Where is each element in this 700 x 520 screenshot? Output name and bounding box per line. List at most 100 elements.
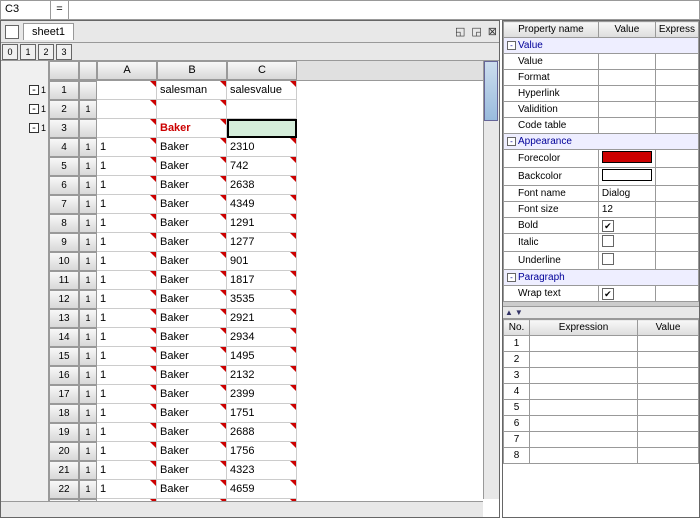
property-expression[interactable] — [655, 102, 698, 118]
select-all-corner[interactable] — [49, 61, 79, 80]
cell[interactable]: 1 — [97, 290, 157, 309]
cell[interactable]: Baker — [157, 138, 227, 157]
cell[interactable]: 1 — [97, 157, 157, 176]
expression-value[interactable] — [638, 336, 699, 352]
cell[interactable]: 1 — [97, 309, 157, 328]
row-header[interactable]: 11 — [49, 271, 79, 290]
cell[interactable]: 1 — [97, 195, 157, 214]
sub-row-header[interactable]: 1 — [79, 100, 97, 119]
cell[interactable]: Baker — [157, 290, 227, 309]
cell[interactable]: 2399 — [227, 385, 297, 404]
property-group[interactable]: -Paragraph — [504, 270, 699, 286]
expression-cell[interactable] — [530, 448, 638, 464]
row-header[interactable]: 13 — [49, 309, 79, 328]
property-group[interactable]: -Value — [504, 38, 699, 54]
sub-row-header[interactable]: 1 — [79, 195, 97, 214]
sub-row-header[interactable]: 1 — [79, 290, 97, 309]
expression-cell[interactable] — [530, 336, 638, 352]
cell[interactable]: 1756 — [227, 442, 297, 461]
cell[interactable]: 1 — [97, 176, 157, 195]
cell[interactable] — [227, 119, 297, 138]
row-header[interactable]: 4 — [49, 138, 79, 157]
expression-header[interactable]: Expression — [530, 320, 638, 336]
row-header[interactable]: 17 — [49, 385, 79, 404]
sub-row-header[interactable]: 1 — [79, 461, 97, 480]
cell[interactable]: Baker — [157, 176, 227, 195]
property-expression[interactable] — [655, 252, 698, 270]
cell[interactable]: 1277 — [227, 233, 297, 252]
cell[interactable]: 901 — [227, 252, 297, 271]
sub-row-header[interactable]: 1 — [79, 309, 97, 328]
collapse-icon[interactable]: - — [29, 85, 39, 95]
close-icon[interactable]: ⊠ — [488, 25, 497, 38]
sub-row-header[interactable] — [79, 119, 97, 138]
collapse-icon[interactable]: - — [29, 123, 39, 133]
property-expression[interactable] — [655, 54, 698, 70]
sub-row-header[interactable]: 1 — [79, 366, 97, 385]
property-value[interactable]: Dialog — [598, 186, 655, 202]
sub-row-header[interactable]: 1 — [79, 480, 97, 499]
cell[interactable]: 2921 — [227, 309, 297, 328]
outline-level-1[interactable]: 1 — [20, 44, 36, 60]
cell[interactable]: Baker — [157, 271, 227, 290]
cell[interactable]: 1 — [97, 404, 157, 423]
cell[interactable]: Baker — [157, 480, 227, 499]
cell[interactable]: Baker — [157, 309, 227, 328]
property-expression[interactable] — [655, 286, 698, 302]
cell[interactable]: Baker — [157, 119, 227, 138]
checkbox[interactable]: ✔ — [602, 288, 614, 300]
cell[interactable]: 2638 — [227, 176, 297, 195]
cell[interactable]: 1 — [97, 480, 157, 499]
cell[interactable]: 1291 — [227, 214, 297, 233]
cell[interactable]: 1 — [97, 214, 157, 233]
sub-row-header[interactable]: 1 — [79, 214, 97, 233]
expression-cell[interactable] — [530, 352, 638, 368]
outline-level-0[interactable]: 0 — [2, 44, 18, 60]
cell[interactable]: 1 — [97, 366, 157, 385]
vertical-scrollbar[interactable] — [483, 61, 499, 499]
column-header-C[interactable]: C — [227, 61, 297, 80]
cell[interactable]: 1 — [97, 347, 157, 366]
cell[interactable] — [227, 100, 297, 119]
cell[interactable]: 4659 — [227, 480, 297, 499]
row-header[interactable]: 16 — [49, 366, 79, 385]
cell[interactable] — [97, 119, 157, 138]
property-value[interactable]: ✔ — [598, 218, 655, 234]
sub-row-header[interactable] — [79, 81, 97, 100]
property-value[interactable] — [598, 234, 655, 252]
property-value[interactable] — [598, 86, 655, 102]
expression-value[interactable] — [638, 400, 699, 416]
expression-header[interactable]: Value — [638, 320, 699, 336]
property-expression[interactable] — [655, 234, 698, 252]
sub-row-header[interactable]: 1 — [79, 176, 97, 195]
row-header[interactable]: 1 — [49, 81, 79, 100]
cell[interactable]: 1 — [97, 252, 157, 271]
row-header[interactable]: 7 — [49, 195, 79, 214]
cell[interactable]: Baker — [157, 252, 227, 271]
cell[interactable]: salesvalue — [227, 81, 297, 100]
expression-value[interactable] — [638, 368, 699, 384]
grid[interactable]: ABC1salesmansalesvalue213Baker411Baker23… — [49, 61, 499, 517]
cell[interactable]: Baker — [157, 328, 227, 347]
maximize-icon[interactable]: ◲ — [471, 25, 481, 38]
row-header[interactable]: 8 — [49, 214, 79, 233]
property-value[interactable] — [598, 54, 655, 70]
property-expression[interactable] — [655, 70, 698, 86]
sub-row-header[interactable]: 1 — [79, 271, 97, 290]
cell[interactable]: salesman — [157, 81, 227, 100]
sub-row-header[interactable]: 1 — [79, 347, 97, 366]
expression-value[interactable] — [638, 432, 699, 448]
row-header[interactable]: 5 — [49, 157, 79, 176]
cell[interactable]: Baker — [157, 461, 227, 480]
cell[interactable] — [157, 100, 227, 119]
cell[interactable]: Baker — [157, 385, 227, 404]
minimize-icon[interactable]: ◱ — [455, 25, 465, 38]
column-header-A[interactable]: A — [97, 61, 157, 80]
sub-row-header[interactable]: 1 — [79, 252, 97, 271]
property-value[interactable] — [598, 70, 655, 86]
property-expression[interactable] — [655, 186, 698, 202]
property-header[interactable]: Value — [598, 22, 655, 38]
expression-value[interactable] — [638, 384, 699, 400]
cell[interactable]: Baker — [157, 157, 227, 176]
property-value[interactable] — [598, 118, 655, 134]
